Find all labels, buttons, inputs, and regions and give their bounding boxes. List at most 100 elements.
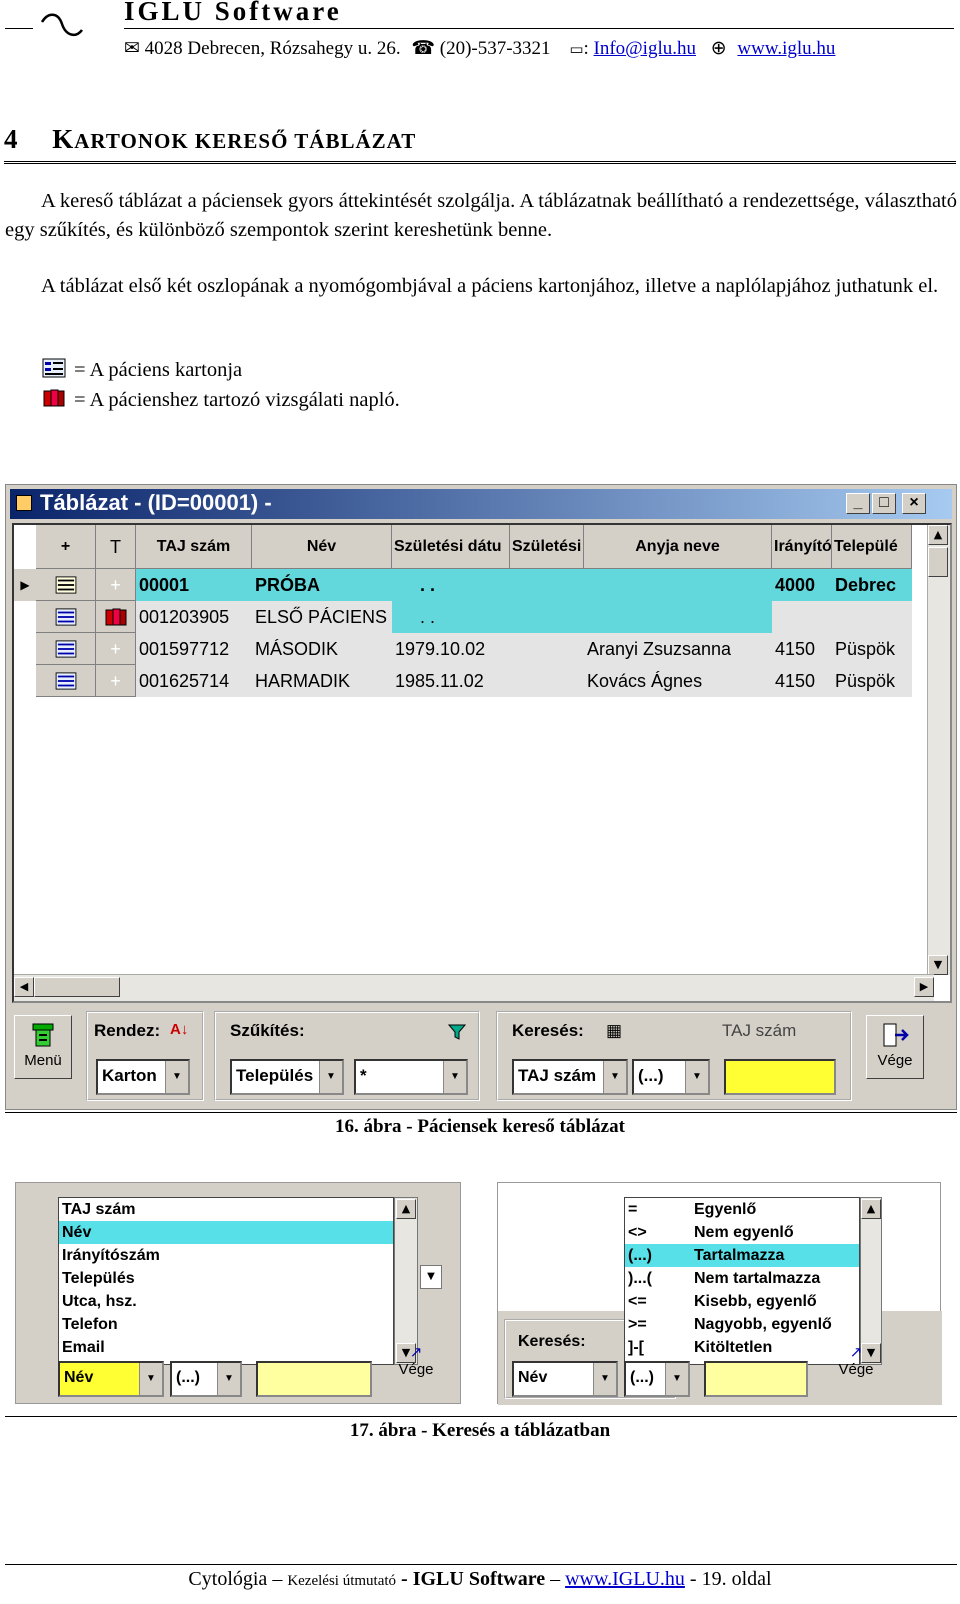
cell-birthplace[interactable] [510, 633, 584, 665]
cell-city[interactable]: Püspök [832, 633, 912, 665]
open-journal-button[interactable]: + [96, 665, 136, 697]
chevron-down-icon[interactable]: ▼ [593, 1363, 616, 1395]
filter-field-select[interactable]: Település ▼ [230, 1059, 344, 1095]
open-journal-button[interactable] [96, 601, 136, 633]
footer-link[interactable]: www.IGLU.hu [565, 1568, 685, 1590]
search-field-select[interactable]: TAJ szám ▼ [512, 1059, 628, 1095]
list-item[interactable]: TAJ szám [59, 1198, 393, 1221]
chevron-down-icon[interactable]: ▼ [603, 1061, 626, 1093]
cell-mother[interactable]: Kovács Ágnes [584, 665, 772, 697]
cell-zip[interactable]: 4150 [772, 665, 832, 697]
scroll-h-thumb[interactable] [34, 977, 120, 997]
open-card-button[interactable] [36, 665, 96, 697]
operator-select[interactable]: (...) ▼ [170, 1361, 242, 1397]
list-item[interactable]: (...) Tartalmazza [625, 1244, 859, 1267]
list-item[interactable]: Irányítószám [59, 1244, 393, 1267]
list-item[interactable]: ]-[Kitöltetlen [625, 1336, 859, 1359]
cell-city[interactable] [832, 601, 912, 633]
cell-taj[interactable]: 00001 [136, 569, 252, 601]
column-header-mother[interactable]: Anyja neve [584, 525, 772, 569]
field-select[interactable]: Név ▼ [512, 1361, 618, 1397]
column-header-card[interactable]: + [36, 525, 96, 569]
list-item[interactable]: Település [59, 1267, 393, 1290]
cell-birthplace[interactable] [510, 601, 584, 633]
chevron-down-icon[interactable]: ▼ [139, 1363, 162, 1395]
exit-button[interactable]: ↗ Vége [388, 1343, 444, 1378]
list-item[interactable]: <> Nem egyenlő [625, 1221, 859, 1244]
scroll-up-icon[interactable]: ▲ [396, 1199, 416, 1219]
list-item[interactable]: )...(Nem tartalmazza [625, 1267, 859, 1290]
open-card-button[interactable] [36, 601, 96, 633]
list-item[interactable]: Név [59, 1221, 393, 1244]
web-link[interactable]: www.iglu.hu [737, 38, 835, 59]
cell-taj[interactable]: 001625714 [136, 665, 252, 697]
column-header-birthdate[interactable]: Születési dátu [392, 525, 510, 569]
email-link[interactable]: Info@iglu.hu [594, 38, 696, 59]
operator-list[interactable]: = Egyenlő <> Nem egyenlő (...) Tartalmazza … [624, 1197, 860, 1365]
scroll-down-icon[interactable]: ▼ [928, 955, 948, 975]
search-input[interactable] [256, 1361, 372, 1397]
cell-name[interactable]: HARMADIK [252, 665, 392, 697]
cell-zip[interactable] [772, 601, 832, 633]
cell-name[interactable]: MÁSODIK [252, 633, 392, 665]
horizontal-scrollbar[interactable]: ◀ ▶ [14, 974, 934, 1001]
column-header-city[interactable]: Települé [832, 525, 912, 569]
cell-birthdate[interactable]: 1985.11.02 [392, 665, 510, 697]
list-item[interactable]: Telefon [59, 1313, 393, 1336]
scroll-left-icon[interactable]: ◀ [14, 977, 34, 997]
chevron-down-icon[interactable]: ▼ [443, 1061, 466, 1093]
filter-value-select[interactable]: * ▼ [354, 1059, 468, 1095]
list-item[interactable]: >= Nagyobb, egyenlő [625, 1313, 859, 1336]
cell-taj[interactable]: 001203905 [136, 601, 252, 633]
cell-birthdate[interactable]: . . [392, 601, 510, 633]
cell-mother[interactable] [584, 601, 772, 633]
search-operator-select[interactable]: (...) ▼ [632, 1059, 710, 1095]
cell-zip[interactable]: 4150 [772, 633, 832, 665]
column-header-zip[interactable]: Irányító [772, 525, 832, 569]
search-input[interactable] [724, 1059, 836, 1095]
list-item[interactable]: = Egyenlő [625, 1198, 859, 1221]
column-header-taj[interactable]: TAJ szám [136, 525, 252, 569]
exit-button[interactable]: ↗ Vége [828, 1343, 884, 1378]
list-item[interactable]: <= Kisebb, egyenlő [625, 1290, 859, 1313]
chevron-down-icon[interactable]: ▼ [420, 1265, 442, 1289]
field-list[interactable]: TAJ szám Név Irányítószám Település Utca… [58, 1197, 394, 1365]
field-list-scrollbar[interactable]: ▲ ▼ [394, 1197, 418, 1365]
scroll-up-icon[interactable]: ▲ [861, 1199, 881, 1219]
cell-birthplace[interactable] [510, 569, 584, 601]
scroll-up-icon[interactable]: ▲ [928, 525, 948, 545]
operator-list-scrollbar[interactable]: ▲ ▼ [860, 1197, 882, 1365]
sort-select[interactable]: Karton ▼ [96, 1059, 190, 1095]
chevron-down-icon[interactable]: ▼ [319, 1061, 342, 1093]
list-item[interactable]: Utca, hsz. [59, 1290, 393, 1313]
scroll-right-icon[interactable]: ▶ [914, 977, 934, 997]
close-button[interactable]: × [902, 493, 926, 514]
chevron-down-icon[interactable]: ▼ [685, 1061, 708, 1093]
field-select[interactable]: Név ▼ [58, 1361, 164, 1397]
menu-button[interactable]: Menü [14, 1015, 72, 1079]
minimize-button[interactable]: _ [846, 493, 870, 514]
open-journal-button[interactable]: + [96, 569, 136, 601]
open-journal-button[interactable]: + [96, 633, 136, 665]
chevron-down-icon[interactable]: ▼ [217, 1363, 240, 1395]
cell-name[interactable]: PRÓBA [252, 569, 392, 601]
cell-birthplace[interactable] [510, 665, 584, 697]
chevron-down-icon[interactable]: ▼ [665, 1363, 688, 1395]
cell-city[interactable]: Püspök [832, 665, 912, 697]
cell-city[interactable]: Debrec [832, 569, 912, 601]
vertical-scrollbar[interactable]: ▲ ▼ [927, 525, 950, 975]
search-input[interactable] [704, 1361, 808, 1397]
scroll-thumb[interactable] [928, 547, 948, 577]
cell-zip[interactable]: 4000 [772, 569, 832, 601]
exit-button[interactable]: Vége [866, 1015, 924, 1079]
maximize-button[interactable]: □ [872, 493, 896, 514]
cell-birthdate[interactable]: . . [392, 569, 510, 601]
cell-mother[interactable]: Aranyi Zsuzsanna [584, 633, 772, 665]
open-card-button[interactable] [36, 633, 96, 665]
chevron-down-icon[interactable]: ▼ [165, 1061, 188, 1093]
cell-birthdate[interactable]: 1979.10.02 [392, 633, 510, 665]
column-header-journal[interactable]: T [96, 525, 136, 569]
list-item[interactable]: Email [59, 1336, 393, 1359]
open-card-button[interactable] [36, 569, 96, 601]
cell-name[interactable]: ELSŐ PÁCIENS [252, 601, 392, 633]
